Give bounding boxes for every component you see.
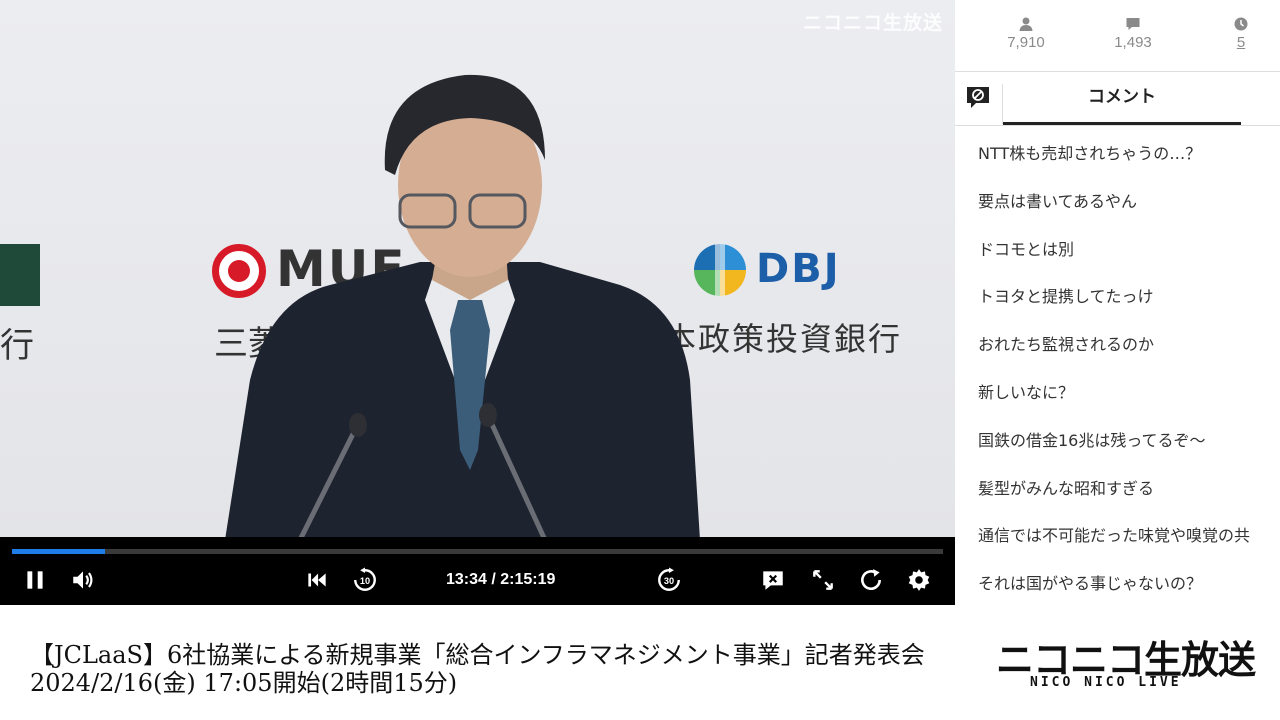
pause-icon: [27, 571, 43, 589]
settings-button[interactable]: [904, 565, 934, 595]
rewind-label: 10: [360, 576, 370, 586]
comment-item[interactable]: 要点は書いてあるやん: [955, 178, 1280, 226]
forward-30-icon: 30: [658, 567, 680, 591]
player-controls: 10 13:34 / 2:15:19 30: [0, 537, 955, 605]
comment-item[interactable]: 通信では不可能だった味覚や嗅覚の共: [955, 512, 1280, 560]
comment-block-icon: [967, 87, 989, 108]
clock-icon: [1234, 17, 1248, 31]
comment-item[interactable]: ドコモとは別: [955, 226, 1280, 274]
skip-previous-icon: [308, 573, 326, 587]
volume-icon: [73, 571, 93, 589]
viewer-count: 7,910: [986, 16, 1066, 51]
tab-comments[interactable]: コメント: [1003, 72, 1241, 125]
comment-filter-tab[interactable]: [965, 84, 991, 110]
comment-item[interactable]: 国鉄の借金16兆は残ってるぞ～: [955, 417, 1280, 465]
comment-item[interactable]: 新しいなに？: [955, 369, 1280, 417]
niconico-live-logo: ニコニコ生放送 NICO NICO LIVE: [996, 629, 1256, 699]
comment-item[interactable]: それは国がやる事じゃないの？: [955, 560, 1280, 605]
comment-item[interactable]: おれたち監視されるのか: [955, 321, 1280, 369]
forward-label: 30: [664, 576, 674, 586]
video-player[interactable]: ニコニコ生放送 行 MUF 三菱し DBJ 本政策投資銀行: [0, 0, 955, 605]
gear-icon: [908, 569, 930, 591]
timeshift-count-value[interactable]: 5: [1237, 34, 1245, 51]
viewer-count-value: 7,910: [1007, 34, 1045, 51]
comment-toggle-button[interactable]: [758, 565, 788, 595]
comment-item[interactable]: NTT株も売却されちゃうの…？: [955, 130, 1280, 178]
volume-button[interactable]: [68, 565, 98, 595]
info-bar: 【JCLaaS】6社協業による新規事業「総合インフラマネジメント事業」記者発表会…: [0, 605, 1280, 720]
speaker-figure: [225, 74, 700, 542]
skip-previous-button[interactable]: [302, 565, 332, 595]
fullscreen-icon: [813, 570, 833, 590]
comment-item[interactable]: 髪型がみんな昭和すぎる: [955, 465, 1280, 513]
fullscreen-button[interactable]: [808, 565, 838, 595]
pause-button[interactable]: [20, 565, 50, 595]
reload-icon: [861, 569, 881, 591]
playback-time: 13:34 / 2:15:19: [446, 571, 556, 588]
person-icon: [1019, 17, 1033, 31]
reload-button[interactable]: [856, 565, 886, 595]
seek-bar-progress: [12, 549, 106, 554]
panel-tabs: コメント: [955, 72, 1280, 126]
niconico-live-logo-sub: NICO NICO LIVE: [1030, 675, 1182, 690]
comment-list: NTT株も売却されちゃうの…？ 要点は書いてあるやん ドコモとは別 トヨタと提携…: [955, 130, 1280, 605]
timeshift-count[interactable]: 5: [1201, 16, 1280, 51]
comment-icon: [1126, 18, 1140, 30]
comment-off-icon: [763, 571, 783, 590]
rewind-10-icon: 10: [354, 567, 376, 591]
comment-item[interactable]: トヨタと提携してたっけ: [955, 273, 1280, 321]
comment-count: 1,493: [1093, 16, 1173, 51]
seek-bar[interactable]: [12, 549, 943, 554]
forward-30-button[interactable]: 30: [654, 565, 684, 595]
comment-count-value: 1,493: [1114, 34, 1152, 51]
side-panel: 7,910 1,493 5 コメント NTT株も売却されちゃうの…？ 要点は書い…: [955, 0, 1280, 605]
stats-bar: 7,910 1,493 5: [955, 0, 1280, 72]
rewind-10-button[interactable]: 10: [350, 565, 380, 595]
program-schedule: 2024/2/16(金) 17:05開始(2時間15分): [30, 669, 458, 697]
